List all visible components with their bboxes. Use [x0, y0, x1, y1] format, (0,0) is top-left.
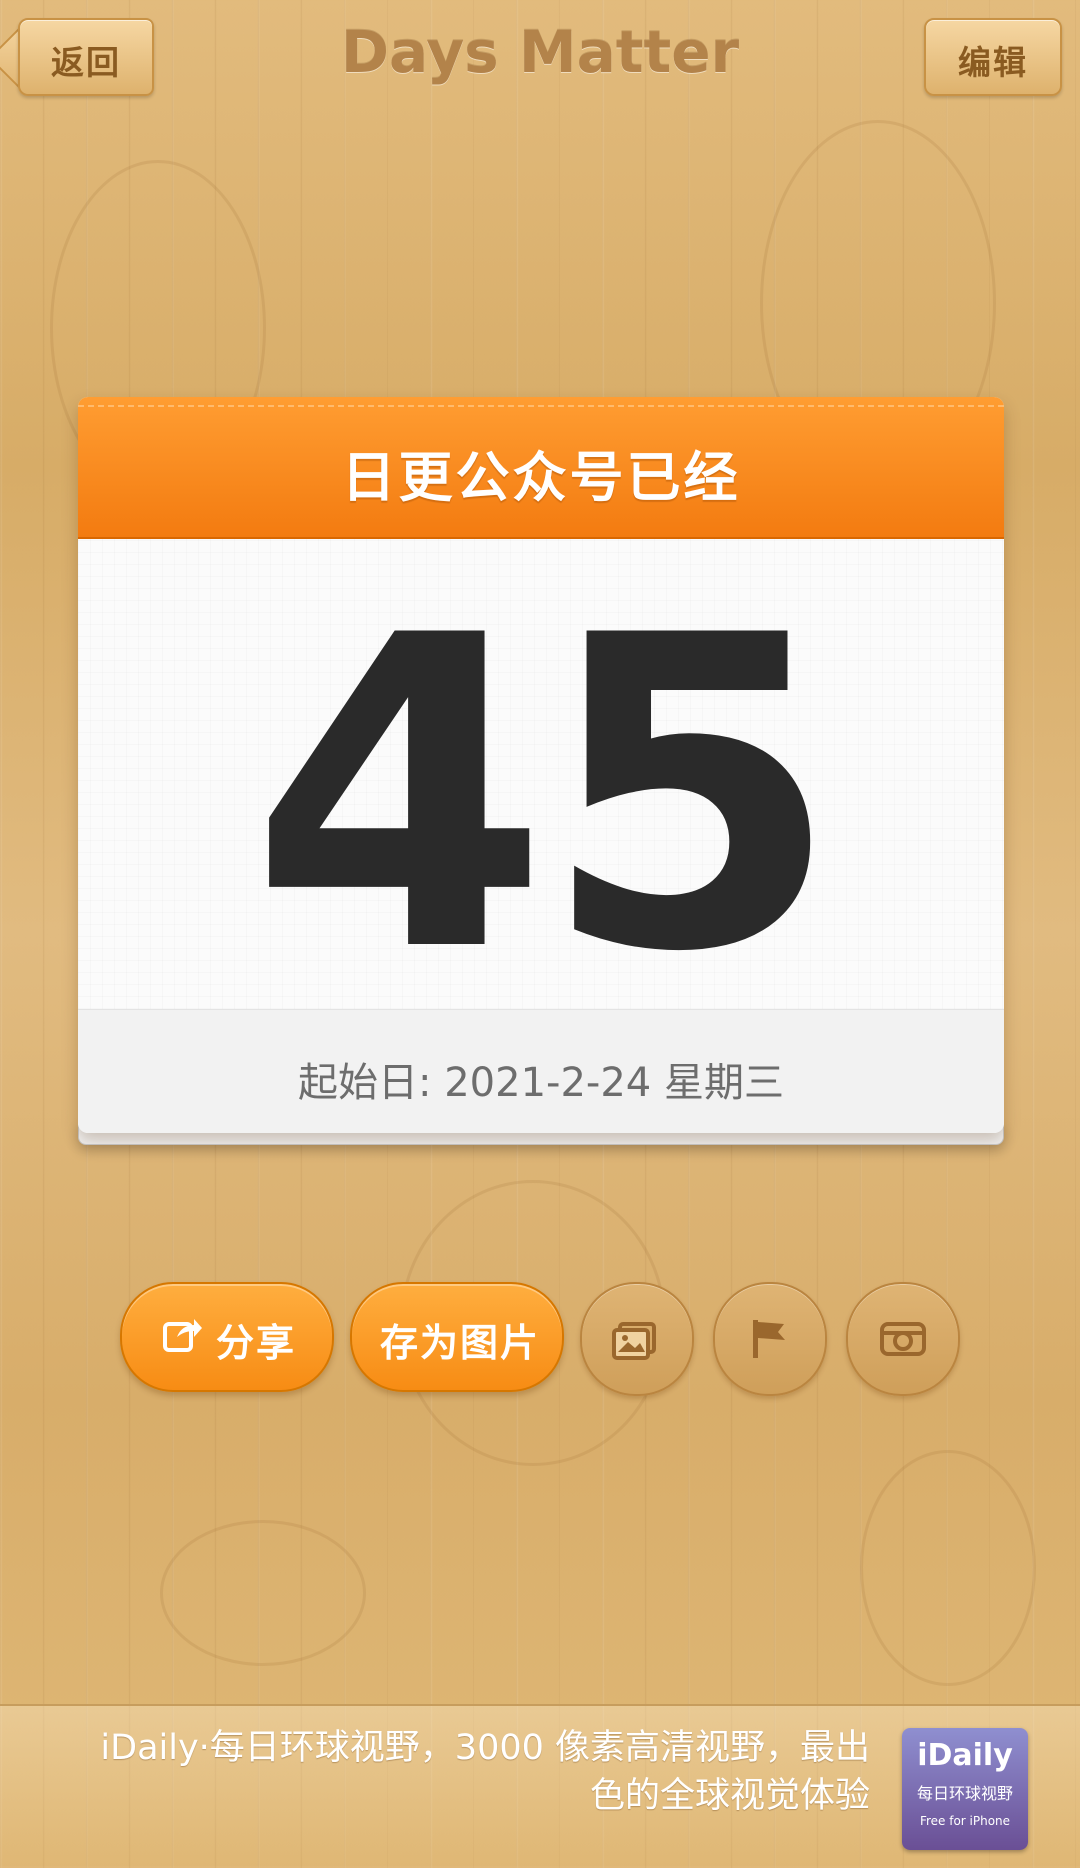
save-image-button[interactable]: 存为图片 [350, 1282, 564, 1392]
idaily-logo-text: iDaily [917, 1738, 1013, 1773]
camera-icon [880, 1322, 926, 1356]
save-image-label: 存为图片 [380, 1321, 541, 1365]
ad-text: iDaily·每日环球视野，3000 像素高清视野，最出 色的全球视觉体验 [70, 1724, 870, 1820]
edit-button[interactable]: 编辑 [924, 18, 1062, 96]
flag-icon [753, 1320, 785, 1358]
countdown-card: 日更公众号已经 45 起始日: 2021-2-24 星期三 [78, 397, 1004, 1145]
share-icon [163, 1319, 202, 1352]
share-button[interactable]: 分享 [120, 1282, 334, 1392]
card-main: 日更公众号已经 45 起始日: 2021-2-24 星期三 [78, 397, 1004, 1133]
idaily-logo: iDaily 每日环球视野 Free for iPhone [902, 1728, 1028, 1850]
start-date: 起始日: 2021-2-24 星期三 [298, 1060, 784, 1106]
idaily-logo-subtitle: 每日环球视野 [916, 1784, 1013, 1803]
ad-banner[interactable]: iDaily·每日环球视野，3000 像素高清视野，最出 色的全球视觉体验 iD… [0, 1704, 1080, 1868]
card-header: 日更公众号已经 [78, 397, 1004, 539]
photo-button[interactable] [580, 1282, 694, 1396]
event-title: 日更公众号已经 [341, 446, 741, 509]
idaily-logo-caption: Free for iPhone [919, 1814, 1011, 1828]
photo-icon [612, 1322, 656, 1360]
share-label: 分享 [216, 1321, 297, 1365]
card-footer: 起始日: 2021-2-24 星期三 [78, 1009, 1004, 1133]
flag-button[interactable] [713, 1282, 827, 1396]
card-body: 45 [78, 539, 1004, 1046]
ad-line-2: 色的全球视觉体验 [589, 1776, 870, 1816]
app-title: Days Matter [340, 18, 740, 86]
camera-button[interactable] [846, 1282, 960, 1396]
edit-button-label: 编辑 [958, 43, 1028, 82]
ad-line-1: iDaily·每日环球视野，3000 像素高清视野，最出 [100, 1728, 870, 1768]
day-count: 45 [249, 546, 840, 1046]
action-bar: 分享 存为图片 [0, 1282, 1080, 1396]
navigation-bar: 返回 Days Matter 编辑 [0, 0, 1080, 110]
